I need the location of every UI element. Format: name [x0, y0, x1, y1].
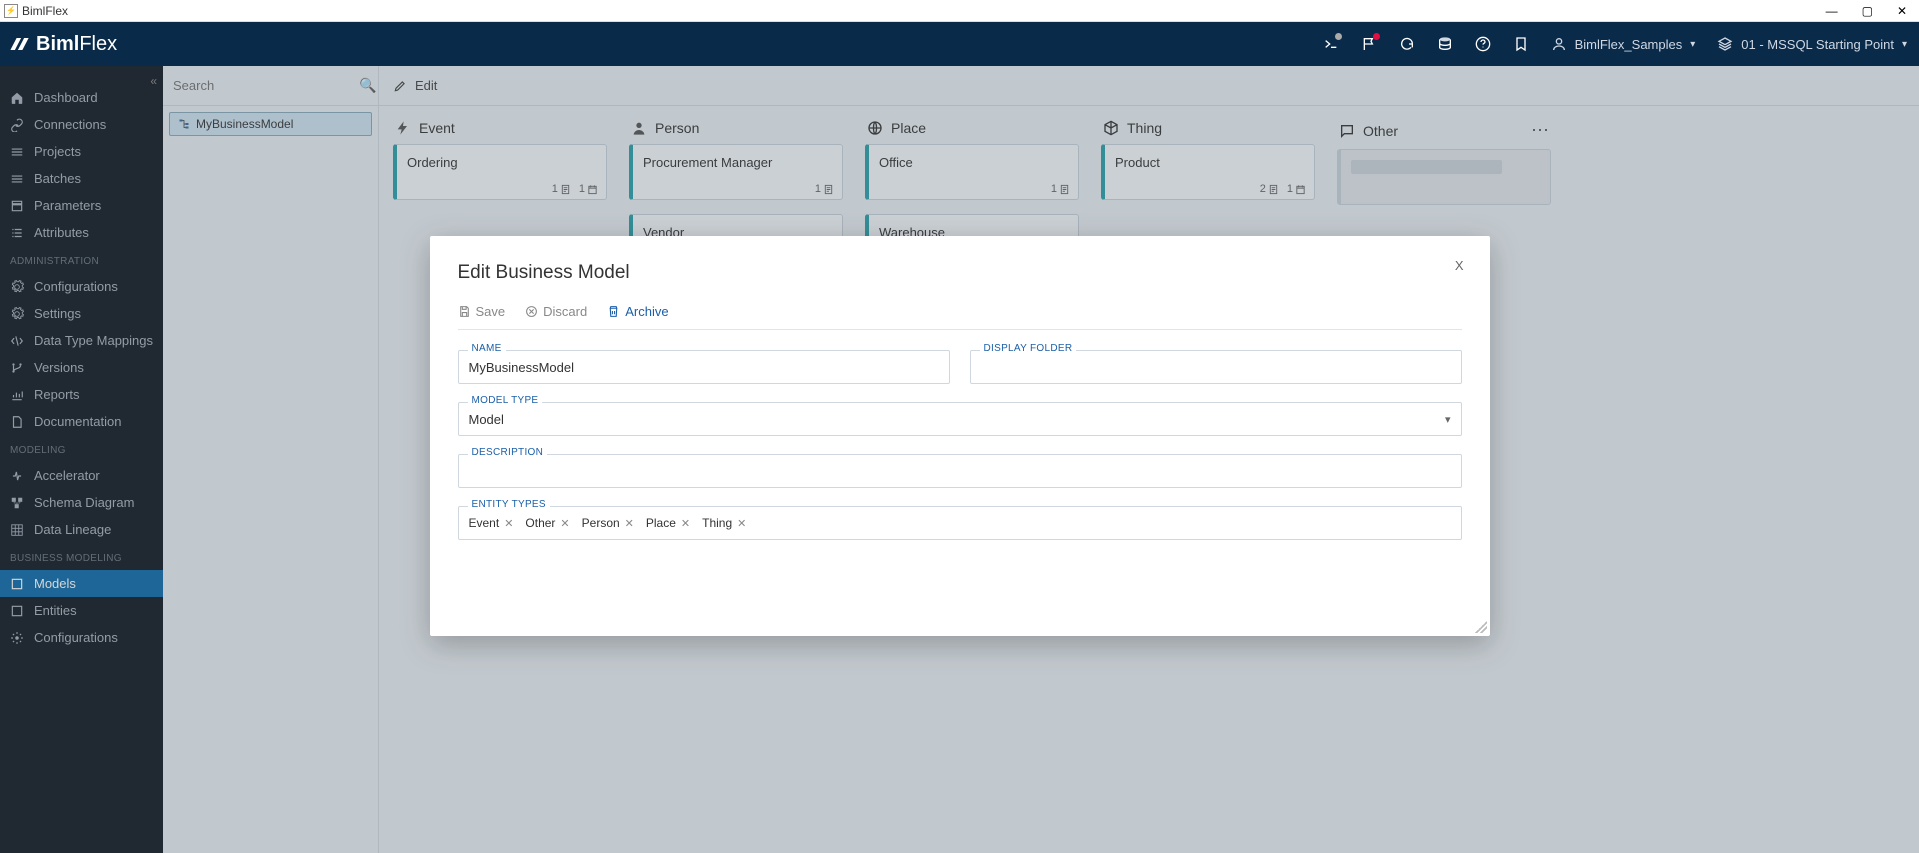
modal-title: Edit Business Model	[458, 262, 1462, 284]
app-header: BimlFlex BimlFlex_Samples ▾ 01 - MSSQL S…	[0, 22, 1919, 66]
entity-types-label: ENTITY TYPES	[468, 499, 550, 510]
discard-icon	[525, 305, 538, 318]
refresh-icon[interactable]	[1399, 36, 1415, 52]
customer-selector[interactable]: BimlFlex_Samples ▾	[1551, 36, 1696, 52]
save-button[interactable]: Save	[458, 304, 506, 319]
tag-remove-icon[interactable]: ✕	[681, 517, 690, 530]
minimize-button[interactable]: —	[1826, 4, 1838, 18]
name-input[interactable]: MyBusinessModel	[458, 350, 950, 384]
app-icon: ⚡	[4, 4, 18, 18]
tag-remove-icon[interactable]: ✕	[625, 517, 634, 530]
tag-label: Place	[646, 516, 676, 530]
close-window-button[interactable]: ✕	[1897, 4, 1907, 18]
help-icon[interactable]	[1475, 36, 1491, 52]
entity-types-input[interactable]: Event ✕ Other ✕ Person ✕ Place ✕ Thing ✕	[458, 506, 1462, 540]
entity-type-tag: Thing ✕	[702, 516, 746, 530]
tag-label: Other	[525, 516, 555, 530]
resize-handle[interactable]	[1475, 621, 1487, 633]
terminal-icon[interactable]	[1323, 36, 1339, 52]
modal-overlay: Edit Business Model X Save Discard Archi…	[0, 66, 1919, 853]
window-titlebar: ⚡ BimlFlex — ▢ ✕	[0, 0, 1919, 22]
discard-button[interactable]: Discard	[525, 304, 587, 319]
app-logo: BimlFlex	[12, 33, 117, 56]
window-title: BimlFlex	[22, 4, 68, 18]
tag-label: Event	[469, 516, 500, 530]
save-icon	[458, 305, 471, 318]
entity-type-tag: Event ✕	[469, 516, 514, 530]
archive-icon	[607, 305, 620, 318]
user-icon	[1551, 36, 1567, 52]
description-input[interactable]	[458, 454, 1462, 488]
model-type-label: MODEL TYPE	[468, 395, 543, 406]
maximize-button[interactable]: ▢	[1862, 4, 1873, 18]
modal-close-button[interactable]: X	[1455, 258, 1464, 273]
layers-icon	[1717, 36, 1733, 52]
name-label: NAME	[468, 343, 506, 354]
display-folder-input[interactable]	[970, 350, 1462, 384]
model-type-select[interactable]: Model	[458, 402, 1462, 436]
entity-type-tag: Person ✕	[582, 516, 634, 530]
version-selector[interactable]: 01 - MSSQL Starting Point ▾	[1717, 36, 1907, 52]
version-label: 01 - MSSQL Starting Point	[1741, 37, 1894, 52]
tag-label: Thing	[702, 516, 732, 530]
display-folder-label: DISPLAY FOLDER	[980, 343, 1077, 354]
bookmark-icon[interactable]	[1513, 36, 1529, 52]
description-label: DESCRIPTION	[468, 447, 548, 458]
logo-icon	[10, 35, 33, 53]
tag-remove-icon[interactable]: ✕	[504, 517, 513, 530]
database-icon[interactable]	[1437, 36, 1453, 52]
entity-type-tag: Other ✕	[525, 516, 569, 530]
tag-remove-icon[interactable]: ✕	[737, 517, 746, 530]
edit-business-model-modal: Edit Business Model X Save Discard Archi…	[430, 236, 1490, 636]
notifications-icon[interactable]	[1361, 36, 1377, 52]
archive-button[interactable]: Archive	[607, 304, 668, 319]
entity-type-tag: Place ✕	[646, 516, 690, 530]
tag-label: Person	[582, 516, 620, 530]
tag-remove-icon[interactable]: ✕	[560, 517, 569, 530]
customer-label: BimlFlex_Samples	[1575, 37, 1683, 52]
